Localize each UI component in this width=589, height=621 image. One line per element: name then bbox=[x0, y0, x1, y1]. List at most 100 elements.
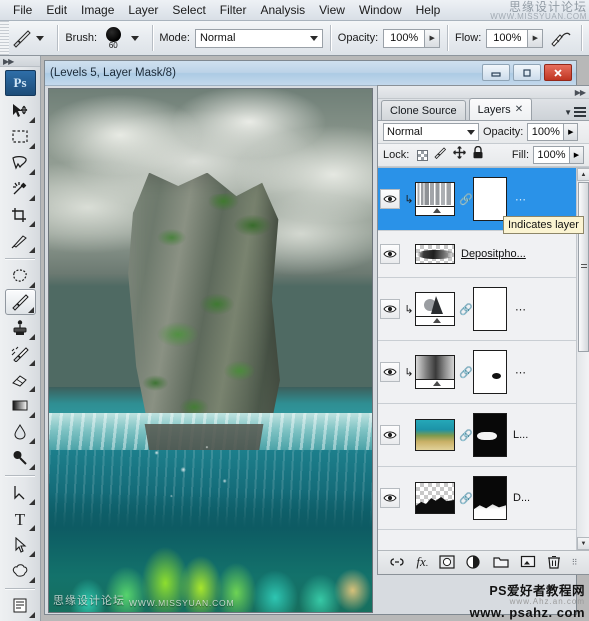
layer-row-hill[interactable]: 🔗 D... bbox=[378, 467, 589, 530]
tool-flyout-indicator[interactable] bbox=[28, 386, 35, 392]
blend-mode-select[interactable]: Normal bbox=[194, 28, 323, 48]
layer-mask-thumbnail[interactable] bbox=[473, 287, 507, 331]
tool-flyout-indicator[interactable] bbox=[28, 247, 35, 253]
layer-opacity-value[interactable]: 100% bbox=[527, 123, 565, 141]
layer-thumbnail[interactable] bbox=[415, 244, 455, 264]
layer-row-curves[interactable]: ↳ 🔗 ⋯ bbox=[378, 278, 589, 341]
layer-name[interactable]: Depositpho... bbox=[461, 248, 526, 260]
layer-opacity-stepper[interactable]: ▶ bbox=[564, 123, 579, 141]
brush-picker-caret[interactable] bbox=[130, 35, 139, 41]
layer-name[interactable]: L... bbox=[513, 429, 528, 441]
add-mask-button[interactable] bbox=[439, 554, 455, 571]
layer-thumbnail[interactable] bbox=[415, 292, 455, 326]
layer-thumbnail[interactable] bbox=[415, 419, 455, 451]
tool-preset-caret[interactable] bbox=[36, 35, 45, 41]
move-tool-button[interactable] bbox=[5, 98, 36, 124]
notes-tool-button[interactable] bbox=[5, 593, 36, 619]
layer-name[interactable]: D... bbox=[513, 492, 530, 504]
brush-preview[interactable]: 60 bbox=[102, 26, 124, 50]
tool-flyout-indicator[interactable] bbox=[28, 360, 35, 366]
minimize-button[interactable] bbox=[482, 64, 510, 81]
airbrush-icon[interactable] bbox=[548, 25, 574, 51]
blur-tool-button[interactable] bbox=[5, 419, 36, 445]
tool-flyout-indicator[interactable] bbox=[28, 195, 35, 201]
menu-window[interactable]: Window bbox=[352, 1, 409, 20]
layer-fill-value[interactable]: 100% bbox=[533, 146, 570, 164]
tool-flyout-indicator[interactable] bbox=[28, 464, 35, 470]
layer-mask-thumbnail[interactable] bbox=[473, 413, 507, 457]
tool-flyout-indicator[interactable] bbox=[28, 612, 35, 618]
opacity-value[interactable]: 100% bbox=[383, 28, 426, 48]
lasso-tool-button[interactable] bbox=[5, 150, 36, 176]
tool-flyout-indicator[interactable] bbox=[28, 412, 35, 418]
link-layers-button[interactable] bbox=[389, 557, 405, 569]
close-icon[interactable]: ✕ bbox=[515, 104, 523, 115]
layer-opacity-control[interactable]: 100% ▶ bbox=[527, 123, 579, 141]
new-layer-button[interactable] bbox=[520, 555, 536, 570]
layer-thumbnail[interactable] bbox=[415, 355, 455, 389]
brush-tool-icon[interactable] bbox=[9, 25, 35, 51]
tool-flyout-indicator[interactable] bbox=[28, 525, 35, 531]
tool-flyout-indicator[interactable] bbox=[28, 143, 35, 149]
mask-link-icon[interactable]: 🔗 bbox=[459, 366, 473, 379]
tool-flyout-indicator[interactable] bbox=[27, 307, 34, 313]
layer-visibility-toggle[interactable] bbox=[380, 189, 400, 209]
scrollbar-thumb[interactable] bbox=[578, 182, 589, 352]
mask-link-icon[interactable]: 🔗 bbox=[459, 429, 473, 442]
tool-flyout-indicator[interactable] bbox=[28, 169, 35, 175]
layer-blend-mode-select[interactable]: Normal bbox=[383, 123, 479, 141]
magic-wand-tool-button[interactable] bbox=[5, 176, 36, 202]
layer-mask-thumbnail[interactable] bbox=[473, 177, 507, 221]
tool-flyout-indicator[interactable] bbox=[28, 499, 35, 505]
scroll-up-arrow-icon[interactable]: ▲ bbox=[577, 168, 589, 181]
position-lock-icon[interactable] bbox=[453, 146, 467, 164]
brush-tool-button[interactable] bbox=[4, 289, 36, 315]
path-selection-tool-button[interactable] bbox=[5, 532, 36, 558]
new-group-button[interactable] bbox=[493, 555, 509, 570]
opacity-control[interactable]: 100% ▶ bbox=[383, 28, 441, 48]
resize-grip-icon[interactable]: ⠿ bbox=[572, 557, 578, 569]
tool-flyout-indicator[interactable] bbox=[28, 438, 35, 444]
menu-file[interactable]: File bbox=[6, 1, 39, 20]
tools-panel-grip[interactable]: ▶▶ bbox=[0, 56, 40, 67]
layer-row-depositpho[interactable]: Depositpho... bbox=[378, 231, 589, 278]
menu-select[interactable]: Select bbox=[165, 1, 212, 20]
maximize-button[interactable] bbox=[513, 64, 541, 81]
tab-layers[interactable]: Layers ✕ bbox=[468, 98, 533, 120]
tool-flyout-indicator[interactable] bbox=[28, 577, 35, 583]
layer-visibility-toggle[interactable] bbox=[380, 244, 400, 264]
collapse-arrows-icon[interactable]: ▶▶ bbox=[3, 57, 14, 66]
tool-flyout-indicator[interactable] bbox=[28, 551, 35, 557]
crop-tool-button[interactable] bbox=[5, 202, 36, 228]
clone-stamp-tool-button[interactable] bbox=[5, 315, 36, 341]
image-canvas[interactable]: 思缘设计论坛 WWW.MISSYUAN.COM bbox=[48, 88, 373, 613]
marquee-tool-button[interactable] bbox=[5, 124, 36, 150]
tool-flyout-indicator[interactable] bbox=[28, 117, 35, 123]
scroll-down-arrow-icon[interactable]: ▼ bbox=[577, 537, 589, 550]
layer-fill-control[interactable]: 100% ▶ bbox=[533, 146, 584, 164]
menu-image[interactable]: Image bbox=[74, 1, 121, 20]
layer-thumbnail[interactable] bbox=[415, 182, 455, 216]
flow-value[interactable]: 100% bbox=[486, 28, 529, 48]
opacity-stepper[interactable]: ▶ bbox=[425, 28, 441, 48]
eraser-tool-button[interactable] bbox=[5, 367, 36, 393]
menu-filter[interactable]: Filter bbox=[213, 1, 254, 20]
tool-flyout-indicator[interactable] bbox=[28, 221, 35, 227]
mask-link-icon[interactable]: 🔗 bbox=[459, 193, 473, 206]
delete-layer-button[interactable] bbox=[547, 555, 561, 571]
dodge-tool-button[interactable] bbox=[5, 445, 36, 471]
patch-tool-button[interactable] bbox=[5, 263, 36, 289]
close-button[interactable] bbox=[544, 64, 572, 81]
layer-visibility-toggle[interactable] bbox=[380, 299, 400, 319]
collapse-arrows-icon[interactable]: ▶▶ bbox=[575, 88, 586, 97]
layer-row-reef[interactable]: 🔗 L... bbox=[378, 404, 589, 467]
tool-flyout-indicator[interactable] bbox=[28, 282, 35, 288]
layer-row-gradient[interactable]: ↳ 🔗 ⋯ bbox=[378, 341, 589, 404]
layer-visibility-toggle[interactable] bbox=[380, 425, 400, 445]
slice-tool-button[interactable] bbox=[5, 228, 36, 254]
layer-visibility-toggle[interactable] bbox=[380, 362, 400, 382]
layer-mask-thumbnail[interactable] bbox=[473, 350, 507, 394]
gradient-tool-button[interactable] bbox=[5, 393, 36, 419]
options-bar-grip[interactable] bbox=[0, 21, 9, 55]
panel-menu-button[interactable]: ▼ bbox=[564, 107, 586, 117]
